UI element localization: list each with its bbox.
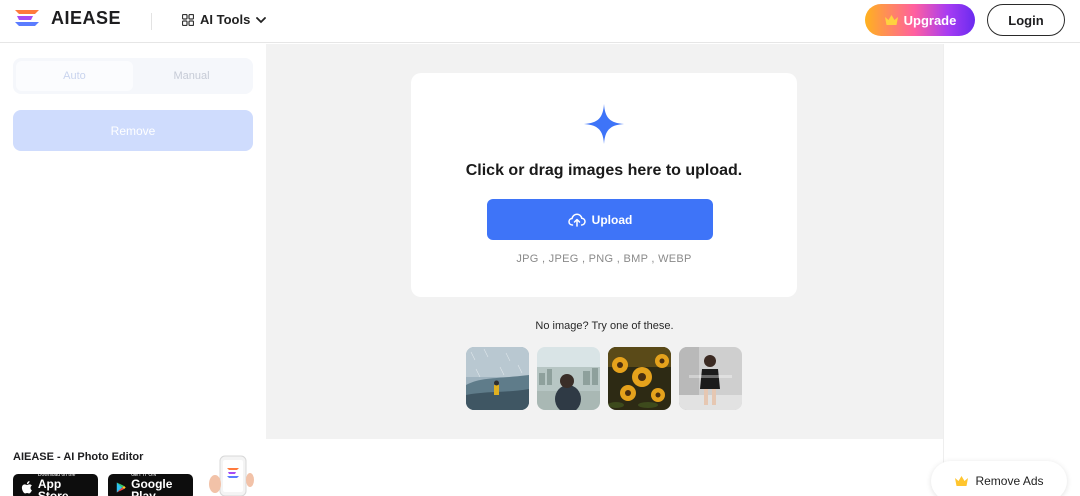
tab-manual[interactable]: Manual: [133, 61, 250, 91]
sample-images: [466, 347, 742, 410]
tab-auto[interactable]: Auto: [16, 61, 133, 91]
remove-ads-label: Remove Ads: [975, 474, 1044, 488]
mode-tabs: Auto Manual: [13, 58, 253, 94]
sparkle-plus-icon: [584, 104, 624, 144]
phone-illustration-icon: [209, 455, 254, 496]
upload-dropzone[interactable]: Click or drag images here to upload. Upl…: [411, 73, 797, 297]
app-store-text: Download on the App Store: [38, 472, 90, 496]
sample-woman-sitting[interactable]: [679, 347, 742, 410]
chevron-down-icon: [256, 16, 267, 23]
google-play-icon: [116, 481, 126, 493]
ai-tools-menu[interactable]: AI Tools: [182, 12, 267, 27]
remove-button[interactable]: Remove: [13, 110, 253, 151]
upload-title: Click or drag images here to upload.: [465, 162, 743, 179]
sample-foggy-sea[interactable]: [466, 347, 529, 410]
remove-ads-button[interactable]: Remove Ads: [931, 461, 1067, 496]
apple-icon: [21, 480, 32, 493]
main-area: Click or drag images here to upload. Upl…: [266, 44, 943, 439]
header-divider: [151, 13, 152, 30]
sample-person-city[interactable]: [537, 347, 600, 410]
upload-button[interactable]: Upload: [487, 199, 713, 240]
sidebar: Auto Manual Remove AIEASE - AI Photo Edi…: [0, 44, 266, 496]
logo[interactable]: AIEASE: [13, 7, 121, 29]
samples-text: No image? Try one of these.: [535, 320, 674, 332]
google-play-text: GET IT ON Google Play: [131, 472, 185, 496]
sample-sunflowers[interactable]: [608, 347, 671, 410]
right-ad-column: [943, 44, 1080, 496]
login-button[interactable]: Login: [987, 4, 1065, 36]
upgrade-button[interactable]: Upgrade: [865, 4, 975, 36]
google-play-big: Google Play: [131, 477, 173, 496]
cloud-upload-icon: [567, 212, 586, 227]
ai-tools-label: AI Tools: [200, 12, 251, 27]
upgrade-label: Upgrade: [903, 12, 957, 28]
upload-label: Upload: [591, 212, 633, 227]
crown-icon: [884, 15, 898, 25]
crown-icon: [955, 476, 969, 486]
supported-formats: JPG , JPEG , PNG , BMP , WEBP: [516, 253, 692, 265]
app-store-button[interactable]: Download on the App Store: [13, 472, 98, 496]
aiease-logo-icon: [15, 10, 39, 26]
promo-title: AIEASE - AI Photo Editor: [13, 451, 144, 463]
grid-icon: [182, 13, 194, 26]
app-store-big: App Store: [37, 477, 69, 496]
logo-text: AIEASE: [51, 7, 122, 28]
top-header: AIEASE AI Tools Upgrade Login: [0, 0, 1080, 43]
google-play-button[interactable]: GET IT ON Google Play: [108, 472, 193, 496]
